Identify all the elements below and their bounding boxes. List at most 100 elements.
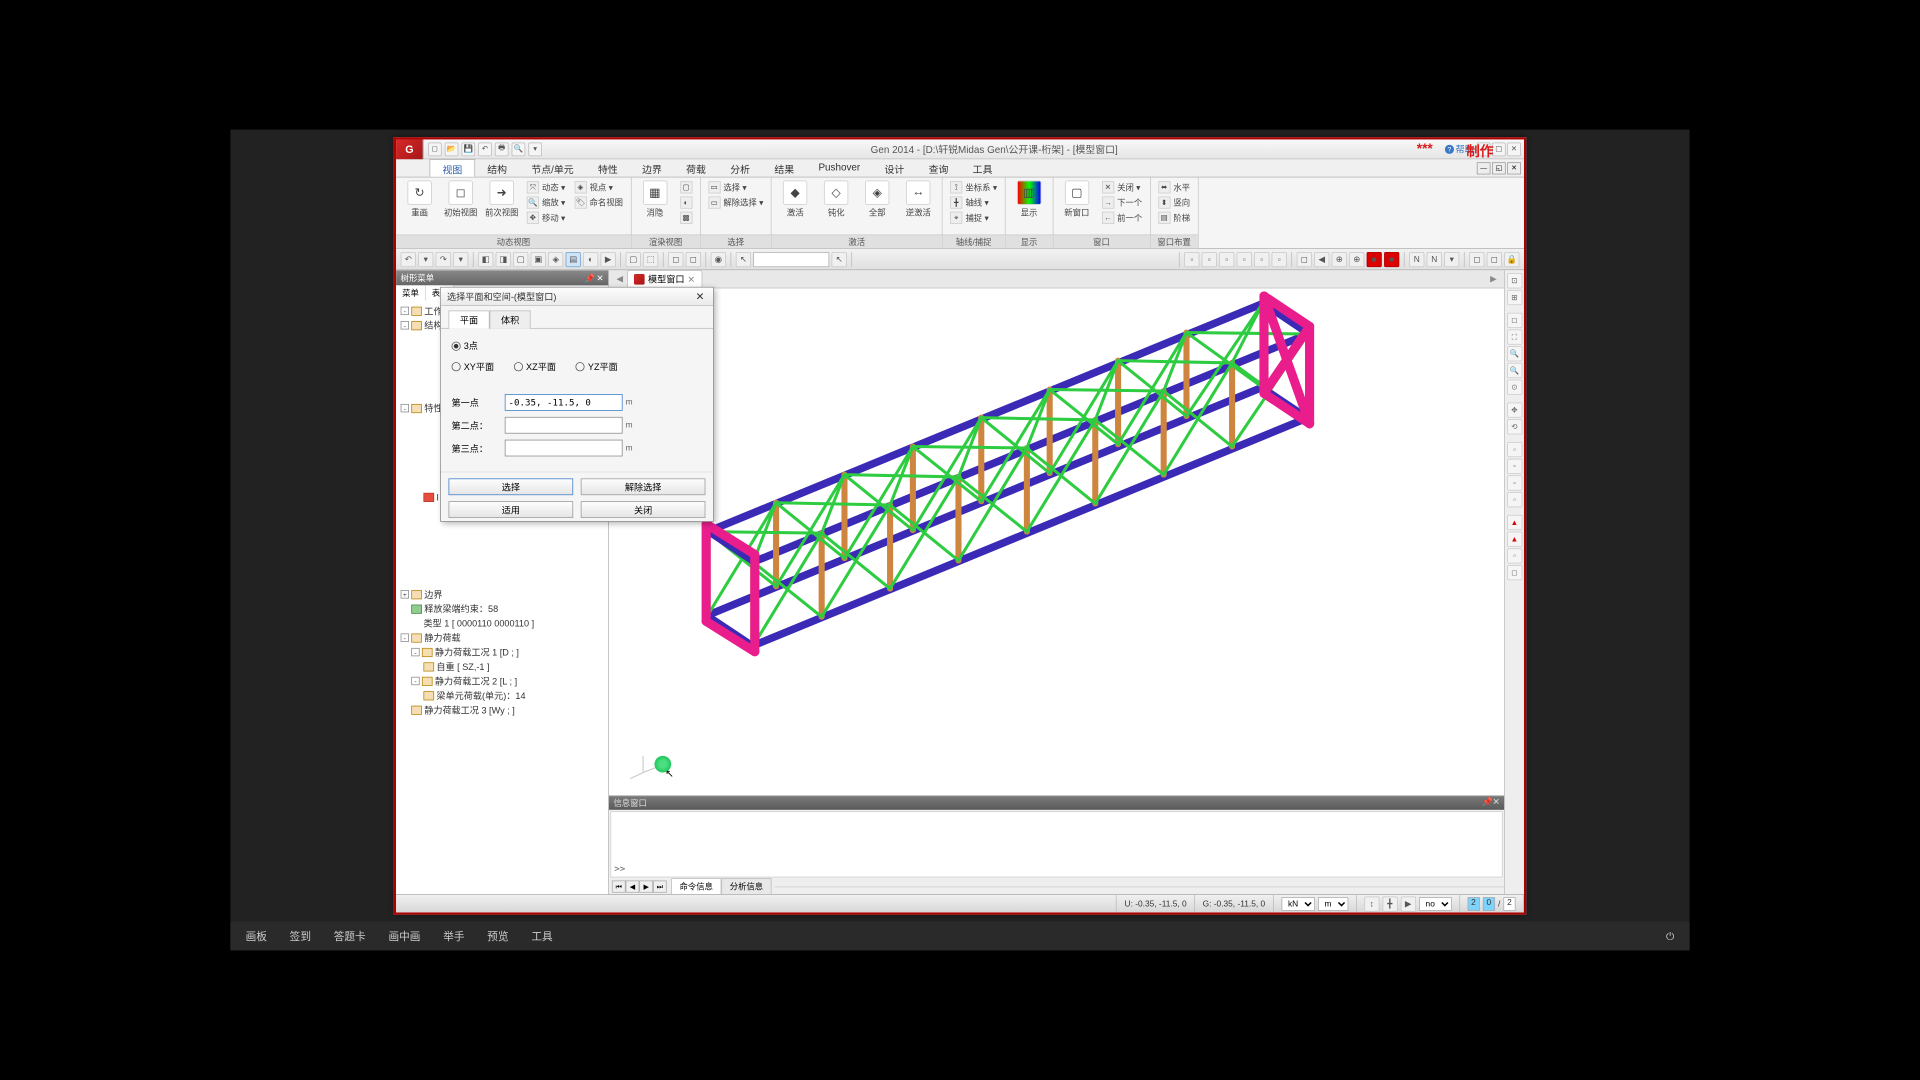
tab-boundary[interactable]: 边界: [630, 159, 674, 176]
tool-icon[interactable]: ◻: [686, 252, 701, 267]
tool-icon[interactable]: ■: [1384, 252, 1399, 267]
tab-structure[interactable]: 结构: [475, 159, 519, 176]
next-tab-icon[interactable]: ▶: [639, 880, 653, 892]
right-tool-icon[interactable]: ▫: [1507, 548, 1522, 563]
undo-button[interactable]: ↶: [401, 252, 416, 267]
tab-close-icon[interactable]: ✕: [688, 274, 696, 285]
tool-icon[interactable]: N: [1427, 252, 1442, 267]
orbit-tool-icon[interactable]: ⟲: [1507, 419, 1522, 434]
wireframe-button[interactable]: ▩: [677, 211, 695, 225]
tool-icon[interactable]: ⊕: [1349, 252, 1364, 267]
tool-icon[interactable]: ▫: [1237, 252, 1252, 267]
cursor-tool[interactable]: ↖: [736, 252, 751, 267]
info-close-icon[interactable]: ✕: [1493, 797, 1500, 809]
tool-icon[interactable]: ◐: [583, 252, 598, 267]
player-tab[interactable]: 画中画: [388, 928, 420, 943]
tree-node[interactable]: 静力荷载: [424, 631, 460, 644]
tool-icon[interactable]: ▶: [601, 252, 616, 267]
dialog-close-icon[interactable]: ✕: [693, 290, 707, 304]
tool-icon[interactable]: ▫: [1184, 252, 1199, 267]
snap-combo[interactable]: no: [1419, 897, 1452, 911]
tool-icon[interactable]: ◻: [1469, 252, 1484, 267]
zoom-center-icon[interactable]: ⊙: [1507, 380, 1522, 395]
prev-window-button[interactable]: ←前一个: [1099, 211, 1145, 225]
tool-icon[interactable]: ◈: [548, 252, 563, 267]
tab-analysis[interactable]: 分析: [718, 159, 762, 176]
tab-result[interactable]: 结果: [762, 159, 806, 176]
length-unit-combo[interactable]: m: [1318, 897, 1348, 911]
right-tool-icon[interactable]: ⊡: [1507, 273, 1522, 288]
status-icon[interactable]: ▶: [1400, 896, 1415, 911]
tab-property[interactable]: 特性: [586, 159, 630, 176]
tree-node[interactable]: 静力荷载工况 1 [D ; ]: [435, 646, 519, 659]
shrink-button[interactable]: ▢: [677, 181, 695, 195]
info-tab-analysis[interactable]: 分析信息: [721, 878, 771, 894]
pan-tool-icon[interactable]: ✥: [1507, 402, 1522, 417]
force-unit-combo[interactable]: kN: [1281, 897, 1314, 911]
tool-icon[interactable]: ▾: [1444, 252, 1459, 267]
right-tool-icon[interactable]: ⊞: [1507, 290, 1522, 305]
player-tab[interactable]: 答题卡: [334, 928, 366, 943]
select-button[interactable]: 选择: [449, 478, 574, 495]
undo-dropdown[interactable]: ▾: [418, 252, 433, 267]
tree-node[interactable]: 自重 [ SZ,-1 ]: [436, 660, 489, 673]
last-tab-icon[interactable]: ⏭: [653, 880, 667, 892]
maximize-icon[interactable]: ▢: [1492, 142, 1506, 156]
tree-node[interactable]: 静力荷载工况 3 [Wy ; ]: [424, 703, 515, 716]
right-tool-icon[interactable]: ▲: [1507, 532, 1522, 547]
snap-button[interactable]: ⌖捕捉 ▾: [947, 211, 1000, 225]
tree-node[interactable]: I: [436, 492, 439, 503]
dialog-tab-volume[interactable]: 体积: [490, 310, 531, 328]
viewport-tab[interactable]: 模型窗口 ✕: [627, 270, 702, 287]
info-pin-icon[interactable]: 📌: [1482, 797, 1492, 809]
redraw-button[interactable]: ↻重画: [401, 181, 439, 219]
find-icon[interactable]: 🔍: [512, 142, 526, 156]
tab-node-element[interactable]: 节点/单元: [519, 159, 586, 176]
tile-horizontal-button[interactable]: ⬌水平: [1155, 181, 1193, 195]
tool-icon[interactable]: ◻: [1297, 252, 1312, 267]
status-icon[interactable]: ╋: [1382, 896, 1397, 911]
new-icon[interactable]: ◻: [428, 142, 442, 156]
right-tool-icon[interactable]: ▫: [1507, 442, 1522, 457]
scroll-left-icon[interactable]: ◀: [612, 274, 628, 284]
inactivate-button[interactable]: ◇钝化: [817, 181, 855, 219]
info-body[interactable]: >>: [610, 811, 1502, 877]
status-val3[interactable]: 2: [1503, 897, 1515, 911]
right-tool-icon[interactable]: ▫: [1507, 475, 1522, 490]
dialog-title-bar[interactable]: 选择平面和空间-(模型窗口) ✕: [441, 288, 713, 306]
right-tool-icon[interactable]: ▲: [1507, 515, 1522, 530]
tool-icon[interactable]: N: [1409, 252, 1424, 267]
qat-dropdown-icon[interactable]: ▾: [528, 142, 542, 156]
activate-all-button[interactable]: ◈全部: [858, 181, 896, 219]
tool-icon[interactable]: ▫: [1202, 252, 1217, 267]
model-viewport[interactable]: ↖: [609, 288, 1504, 795]
tool-icon[interactable]: ■: [1367, 252, 1382, 267]
close-button[interactable]: 关闭: [581, 501, 706, 518]
zoom-window-icon[interactable]: ◻: [1507, 313, 1522, 328]
new-window-button[interactable]: ▢新窗口: [1058, 181, 1096, 219]
player-tab[interactable]: 工具: [531, 928, 552, 943]
tool-icon[interactable]: ◧: [478, 252, 493, 267]
hidden-line-button[interactable]: ▦消隐: [636, 181, 674, 219]
viewpoint-button[interactable]: ◈视点 ▾: [571, 181, 626, 195]
info-tab-command[interactable]: 命令信息: [671, 878, 721, 894]
tree-node[interactable]: 类型 1 [ 0000110 0000110 ]: [423, 617, 534, 630]
next-window-button[interactable]: →下一个: [1099, 196, 1145, 210]
previous-view-button[interactable]: ➜前次视图: [483, 181, 521, 219]
undo-icon[interactable]: ↶: [478, 142, 492, 156]
tab-load[interactable]: 荷载: [674, 159, 718, 176]
perspective-button[interactable]: ◐: [677, 196, 695, 210]
pin-icon[interactable]: 📌: [585, 273, 595, 283]
lock-icon[interactable]: 🔒: [1504, 252, 1519, 267]
initial-view-button[interactable]: ◻初始视图: [442, 181, 480, 219]
unselect-button[interactable]: 解除选择: [581, 478, 706, 495]
tab-tools[interactable]: 工具: [961, 159, 1005, 176]
open-icon[interactable]: 📂: [445, 142, 459, 156]
tool-icon[interactable]: ◻: [668, 252, 683, 267]
tool-icon[interactable]: ◉: [711, 252, 726, 267]
dynamic-button[interactable]: ⤧动态 ▾: [524, 181, 569, 195]
select-plane-button[interactable]: ▤: [566, 252, 581, 267]
redo-dropdown[interactable]: ▾: [453, 252, 468, 267]
grid-button[interactable]: ╋轴线 ▾: [947, 196, 1000, 210]
radio-xy[interactable]: XY平面: [452, 360, 495, 373]
